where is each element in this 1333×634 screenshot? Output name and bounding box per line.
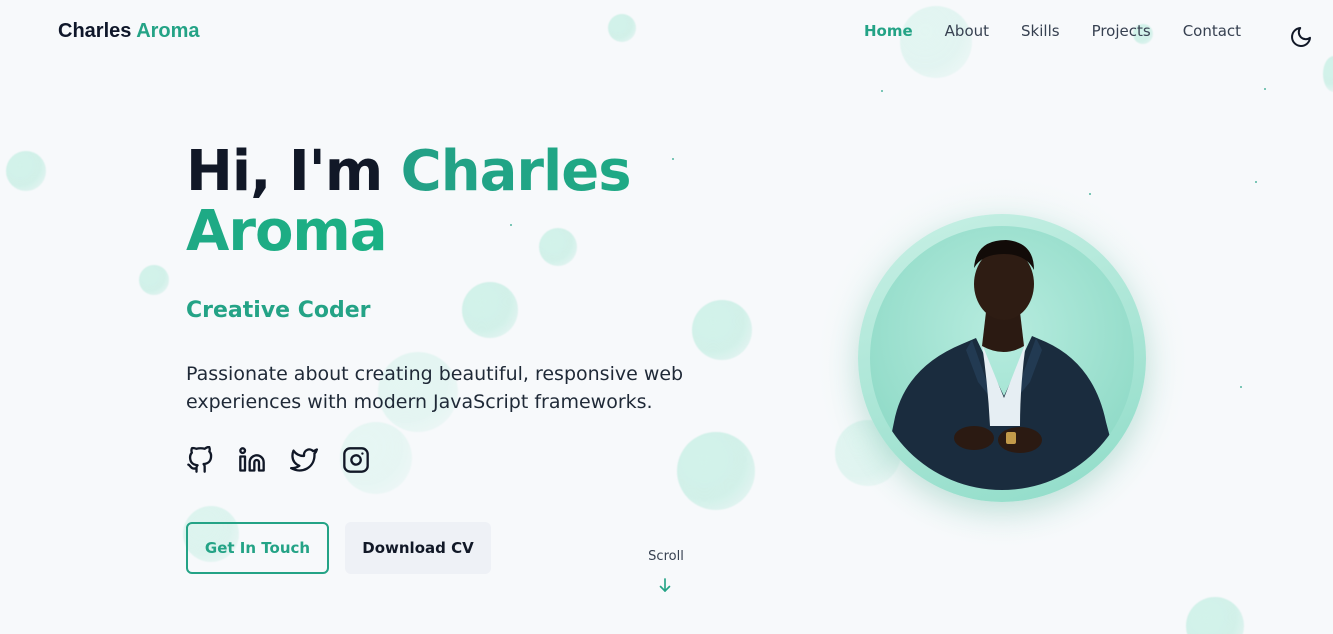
scroll-label[interactable]: Scroll — [636, 549, 696, 564]
twitter-icon[interactable] — [290, 446, 318, 474]
bubble-decoration — [1186, 597, 1244, 634]
bubble-decoration — [1323, 56, 1333, 92]
linkedin-icon[interactable] — [238, 446, 266, 474]
brand-last-name: Aroma — [136, 20, 200, 42]
main-nav: Home About Skills Projects Contact — [864, 22, 1241, 40]
sparkle-dot — [881, 90, 883, 92]
bubble-decoration — [6, 151, 46, 191]
hero-heading: Hi, I'm Charles Aroma — [186, 142, 746, 262]
hero-description: Passionate about creating beautiful, res… — [186, 363, 684, 413]
sparkle-dot — [1255, 181, 1257, 183]
get-in-touch-button[interactable]: Get In Touch — [186, 522, 329, 574]
nav-link-home[interactable]: Home — [864, 22, 913, 40]
hero-greeting: Hi, I'm — [186, 139, 383, 204]
profile-photo-illustration — [880, 240, 1124, 490]
nav-link-skills[interactable]: Skills — [1021, 22, 1060, 40]
brand-first-name: Charles — [58, 20, 132, 42]
bubble-decoration — [139, 265, 169, 295]
github-icon[interactable] — [186, 446, 214, 474]
bubble-decoration — [677, 432, 755, 510]
bubble-decoration — [462, 282, 518, 338]
nav-link-about[interactable]: About — [945, 22, 989, 40]
download-cv-button[interactable]: Download CV — [345, 522, 491, 574]
bubble-decoration — [692, 300, 752, 360]
bubble-decoration — [608, 14, 636, 42]
moon-icon[interactable] — [1289, 25, 1313, 49]
social-links — [186, 446, 370, 474]
arrow-down-icon[interactable] — [656, 576, 674, 594]
brand-logo[interactable]: Charles Aroma — [58, 20, 200, 43]
page: Charles Aroma Home About Skills Projects… — [0, 0, 1333, 634]
profile-photo — [870, 226, 1134, 490]
instagram-icon[interactable] — [342, 446, 370, 474]
bubble-decoration — [900, 6, 972, 78]
nav-link-projects[interactable]: Projects — [1092, 22, 1151, 40]
sparkle-dot — [1264, 88, 1266, 90]
nav-link-contact[interactable]: Contact — [1183, 22, 1241, 40]
hero-subtitle: Creative Coder — [186, 298, 371, 323]
sparkle-dot — [1240, 386, 1242, 388]
